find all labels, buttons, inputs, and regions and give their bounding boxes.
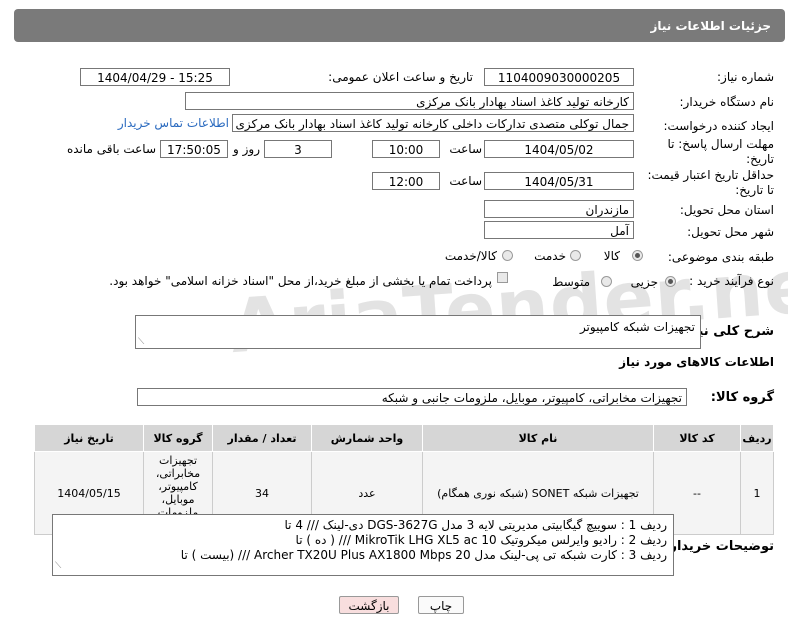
- category-label: طبقه بندی موضوعی:: [667, 250, 774, 264]
- creator-label: ایجاد کننده درخواست:: [663, 119, 774, 133]
- creator-field: جمال توکلی متصدی تدارکات داخلی کارخانه ت…: [232, 114, 634, 132]
- city-label: شهر محل تحویل:: [687, 225, 774, 239]
- need-number-label: شماره نیاز:: [717, 70, 774, 84]
- category-goods-service-radio[interactable]: [502, 250, 513, 261]
- category-goods-service-label: کالا/خدمت: [444, 249, 497, 263]
- validity-time-field: 12:00: [372, 172, 440, 190]
- col-row: ردیف: [740, 424, 774, 452]
- page-title: جزئیات اطلاعات نیاز: [650, 19, 771, 33]
- validity-label: حداقل تاریخ اعتبار قیمت: تا تاریخ:: [647, 168, 774, 197]
- print-button[interactable]: چاپ: [418, 596, 464, 614]
- col-name: نام کالا: [422, 424, 654, 452]
- buyer-note-line-2: ردیف 2 : رادیو وایرلس میکروتیک MikroTik …: [295, 533, 667, 547]
- category-goods-label: کالا: [603, 249, 620, 263]
- col-qty: تعداد / مقدار: [212, 424, 312, 452]
- province-label: استان محل تحویل:: [679, 203, 774, 217]
- summary-text: تجهیزات شبکه کامپیوتر: [579, 320, 695, 334]
- buyer-org-label: نام دستگاه خریدار:: [679, 95, 775, 109]
- deadline-label: مهلت ارسال پاسخ: تا تاریخ:: [667, 137, 774, 166]
- treasury-checkbox[interactable]: [497, 272, 508, 283]
- contact-buyer-link[interactable]: اطلاعات تماس خریدار: [118, 116, 229, 130]
- goods-section-title: اطلاعات کالاهای مورد نیاز: [619, 355, 774, 369]
- category-service-radio[interactable]: [570, 250, 581, 261]
- buyer-note-line-1: ردیف 1 : سوییچ گیگابیتی مدیریتی لایه 3 م…: [284, 518, 668, 532]
- cell-row: 1: [740, 451, 774, 535]
- announce-field: 1404/04/29 - 15:25: [80, 68, 230, 86]
- city-field: آمل: [484, 221, 634, 239]
- process-label: نوع فرآیند خرید :: [689, 274, 774, 288]
- col-date: تاریخ نیاز: [34, 424, 144, 452]
- process-minor-radio[interactable]: [665, 276, 676, 287]
- province-field: مازندران: [484, 200, 634, 218]
- deadline-time-field: 10:00: [372, 140, 440, 158]
- deadline-date-field: 1404/05/02: [484, 140, 634, 158]
- goods-group-field: تجهیزات مخابراتی، کامپیوتر، موبایل، ملزو…: [137, 388, 687, 406]
- process-minor-label: جزیی: [630, 275, 658, 289]
- col-group: گروه کالا: [143, 424, 213, 452]
- resize-grip-icon[interactable]: ⟋: [138, 337, 144, 347]
- table-header-row: ردیف کد کالا نام کالا واحد شمارش تعداد /…: [34, 424, 774, 452]
- announce-label: تاریخ و ساعت اعلان عمومی:: [328, 70, 473, 84]
- deadline-time-label: ساعت: [449, 142, 482, 156]
- days-label: روز و: [233, 142, 260, 156]
- col-unit: واحد شمارش: [311, 424, 423, 452]
- page-header: جزئیات اطلاعات نیاز: [14, 9, 785, 42]
- buyer-org-field: کارخانه تولید کاغذ اسناد بهادار بانک مرک…: [185, 92, 634, 110]
- resize-grip-icon[interactable]: ⟋: [55, 559, 61, 574]
- buyer-note-line-3: ردیف 3 : کارت شبکه تی پی-لینک مدل Archer…: [180, 548, 667, 562]
- summary-field: تجهیزات شبکه کامپیوتر ⟋: [135, 315, 701, 349]
- validity-date-field: 1404/05/31: [484, 172, 634, 190]
- goods-group-label: گروه کالا:: [710, 390, 774, 405]
- need-number-field: 1104009030000205: [484, 68, 634, 86]
- col-code: کد کالا: [653, 424, 741, 452]
- remaining-time-field: 17:50:05: [160, 140, 228, 158]
- category-service-label: خدمت: [534, 249, 566, 263]
- remaining-label: ساعت باقی مانده: [66, 142, 156, 156]
- payment-note: پرداخت تمام یا بخشی از مبلغ خرید،از محل …: [109, 274, 492, 288]
- category-goods-radio[interactable]: [632, 250, 643, 261]
- process-medium-radio[interactable]: [601, 276, 612, 287]
- validity-time-label: ساعت: [449, 174, 482, 188]
- process-medium-label: متوسط: [552, 275, 590, 289]
- back-button[interactable]: بازگشت: [339, 596, 399, 614]
- days-field: 3: [264, 140, 332, 158]
- buyer-notes-field: ردیف 1 : سوییچ گیگابیتی مدیریتی لایه 3 م…: [52, 514, 674, 576]
- buyer-notes-label: توضیحات خریدار:: [664, 539, 774, 554]
